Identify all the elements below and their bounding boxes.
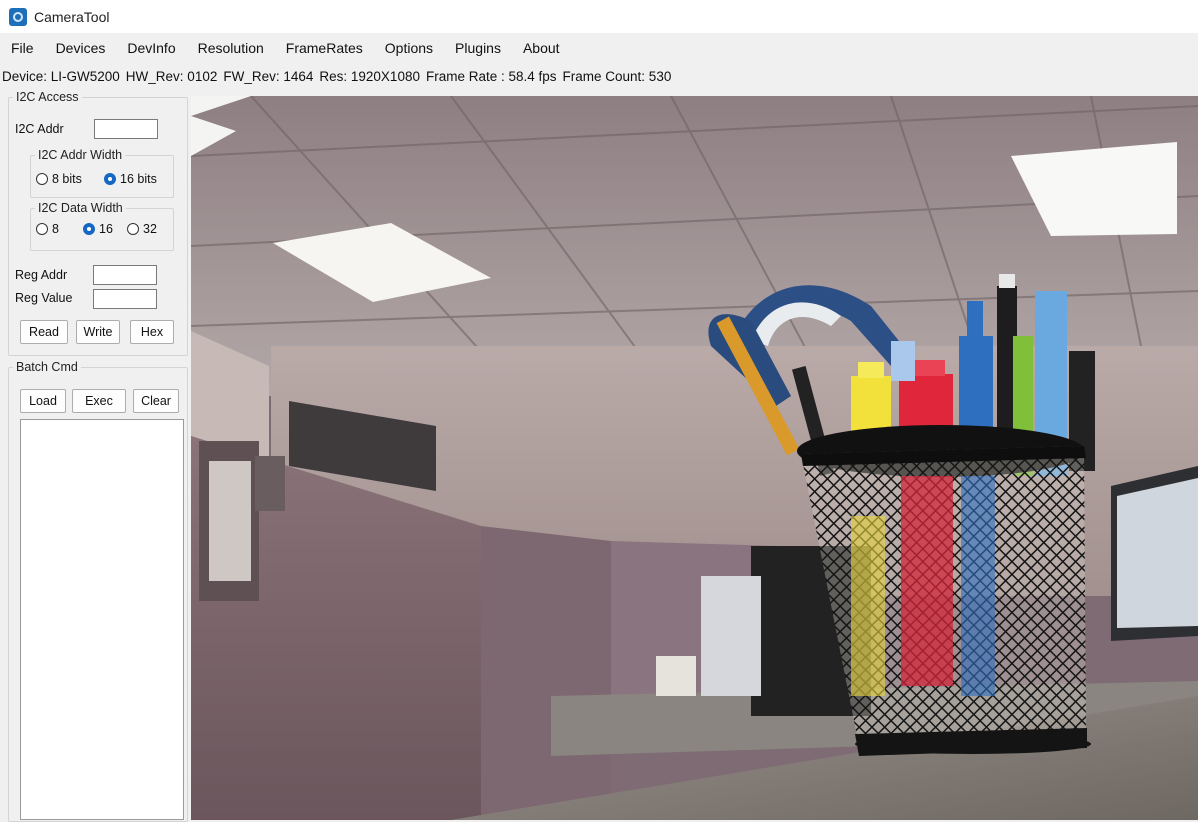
- menu-file[interactable]: File: [0, 40, 45, 56]
- addr-width-16bits-radio[interactable]: 16 bits: [104, 172, 157, 186]
- menu-resolution[interactable]: Resolution: [187, 40, 275, 56]
- clear-button[interactable]: Clear: [133, 389, 179, 413]
- menu-devinfo[interactable]: DevInfo: [116, 40, 186, 56]
- radio-button-selected-icon: [83, 223, 95, 235]
- fw-revision: FW_Rev: 1464: [223, 68, 314, 84]
- frame-rate-readout: Frame Rate : 58.4 fps: [425, 68, 557, 84]
- reg-addr-label: Reg Addr: [15, 268, 68, 282]
- resolution-readout: Res: 1920X1080: [319, 68, 420, 84]
- frame-count-readout: Frame Count: 530: [562, 68, 672, 84]
- data-width-32-radio[interactable]: 32: [127, 222, 157, 236]
- i2c-data-width-legend: I2C Data Width: [38, 201, 123, 215]
- i2c-addr-input[interactable]: [94, 119, 158, 139]
- load-button[interactable]: Load: [20, 389, 66, 413]
- menu-about[interactable]: About: [512, 40, 571, 56]
- hex-button[interactable]: Hex: [130, 320, 174, 344]
- batch-cmd-legend: Batch Cmd: [16, 360, 78, 374]
- radio-button-icon: [36, 173, 48, 185]
- batch-command-list[interactable]: [20, 419, 184, 820]
- addr-width-8bits-radio[interactable]: 8 bits: [36, 172, 82, 186]
- i2c-access-legend: I2C Access: [16, 90, 79, 104]
- device-status-line: Device: LI-GW5200 HW_Rev: 0102 FW_Rev: 1…: [0, 64, 1198, 88]
- radio-button-icon: [127, 223, 139, 235]
- menu-bar: File Devices DevInfo Resolution FrameRat…: [0, 36, 1198, 60]
- reg-addr-input[interactable]: [93, 265, 157, 285]
- control-panel: I2C Access I2C Addr I2C Addr Width 8 bit…: [0, 90, 190, 822]
- data-width-8-radio[interactable]: 8: [36, 222, 59, 236]
- window-title: CameraTool: [34, 8, 110, 25]
- menu-plugins[interactable]: Plugins: [444, 40, 512, 56]
- camera-app-icon: [9, 7, 27, 26]
- reg-value-label: Reg Value: [15, 291, 73, 305]
- i2c-addr-width-legend: I2C Addr Width: [38, 148, 123, 162]
- title-bar: CameraTool: [0, 0, 1198, 33]
- device-name: Device: LI-GW5200: [2, 68, 120, 84]
- radio-button-selected-icon: [104, 173, 116, 185]
- reg-value-input[interactable]: [93, 289, 157, 309]
- data-width-16-radio[interactable]: 16: [83, 222, 113, 236]
- menu-options[interactable]: Options: [374, 40, 444, 56]
- read-button[interactable]: Read: [20, 320, 68, 344]
- write-button[interactable]: Write: [76, 320, 120, 344]
- hw-revision: HW_Rev: 0102: [125, 68, 218, 84]
- camera-preview-image: [191, 96, 1198, 820]
- menu-devices[interactable]: Devices: [45, 40, 117, 56]
- i2c-addr-label: I2C Addr: [15, 122, 64, 136]
- camera-preview: [191, 96, 1198, 820]
- menu-framerates[interactable]: FrameRates: [275, 40, 374, 56]
- exec-button[interactable]: Exec: [72, 389, 126, 413]
- radio-button-icon: [36, 223, 48, 235]
